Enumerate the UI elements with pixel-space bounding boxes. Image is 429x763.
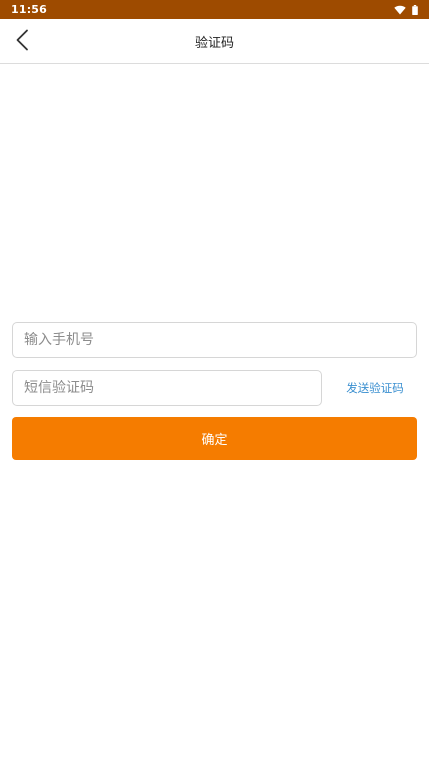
battery-icon	[412, 4, 418, 15]
confirm-button[interactable]: 确定	[12, 417, 417, 460]
status-icons	[394, 4, 418, 15]
nav-bar: 验证码	[0, 19, 429, 64]
status-time: 11:56	[11, 3, 48, 16]
status-bar: 11:56	[0, 0, 429, 19]
page-title: 验证码	[194, 36, 234, 51]
phone-field[interactable]	[12, 322, 417, 358]
sms-code-field[interactable]	[12, 370, 322, 406]
wifi-icon	[394, 5, 406, 15]
send-code-button[interactable]: 发送验证码	[330, 370, 420, 406]
verification-screen: 11:56 验证码 输入手机号 短信验证码 发送验证码 确定	[0, 0, 429, 763]
sms-code-input[interactable]	[24, 380, 310, 396]
phone-input[interactable]	[24, 332, 405, 348]
